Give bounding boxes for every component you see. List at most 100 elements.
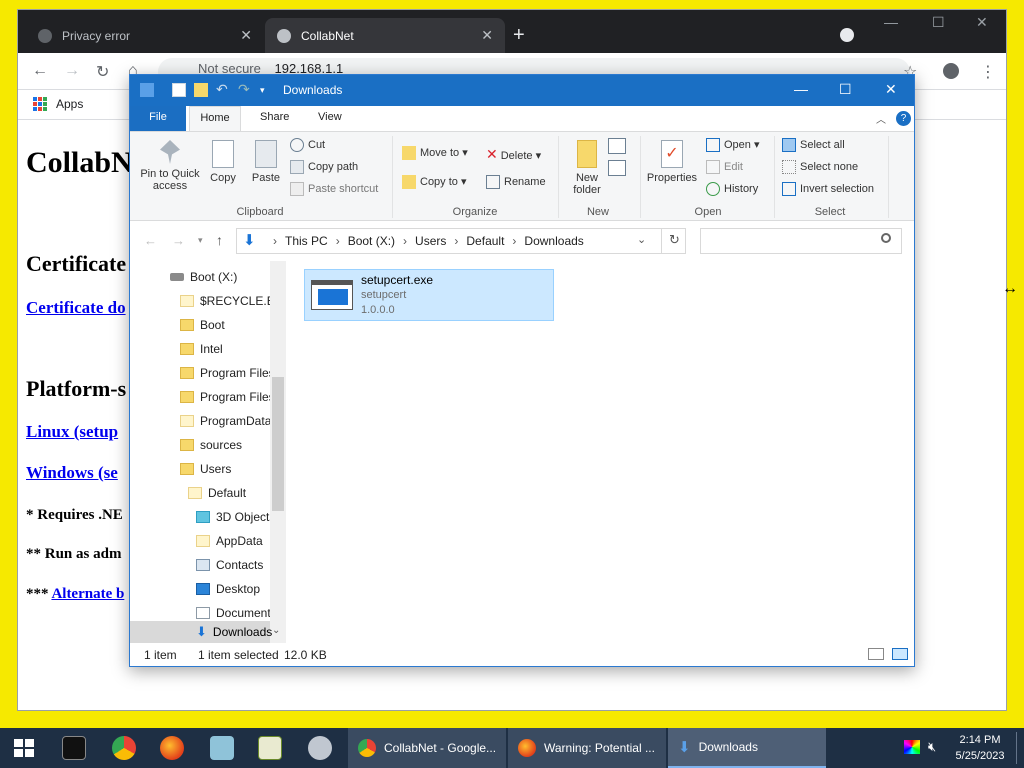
open-button[interactable]: Open ▾ xyxy=(706,138,760,153)
tab-view[interactable]: View xyxy=(306,106,354,131)
volume-muted-icon[interactable]: 🔇︎ xyxy=(928,739,936,755)
copy-path-button[interactable]: Copy path xyxy=(290,160,358,174)
tiles-view-icon[interactable] xyxy=(892,648,908,660)
edit-button[interactable]: Edit xyxy=(706,160,743,174)
new-tab-icon[interactable]: + xyxy=(513,24,525,47)
copy-button[interactable]: Copy xyxy=(206,140,240,184)
tree-item-program-files-x86[interactable]: Program Files xyxy=(180,385,275,409)
select-none-button[interactable]: Select none xyxy=(782,160,858,174)
tree-item-downloads[interactable]: ⬇ Downloads xyxy=(130,621,272,643)
taskbar-chrome-window[interactable]: CollabNet - Google... xyxy=(348,728,506,768)
easy-access-icon[interactable] xyxy=(608,160,626,176)
close-tab-icon[interactable]: ✕ xyxy=(240,27,252,44)
tree-item-program-files[interactable]: Program Files xyxy=(180,361,275,385)
details-view-icon[interactable] xyxy=(868,648,884,660)
certificate-download-link[interactable]: Certificate do xyxy=(26,298,126,318)
tab-privacy-error[interactable]: Privacy error ✕ xyxy=(26,18,264,53)
tab-file[interactable]: File xyxy=(130,106,186,131)
undo-icon[interactable]: ↶ xyxy=(216,81,230,97)
linux-link[interactable]: Linux (setup xyxy=(26,422,118,442)
tab-home[interactable]: Home xyxy=(189,106,241,131)
recent-locations-icon[interactable]: ▾ xyxy=(198,235,203,246)
help-icon[interactable]: ? xyxy=(896,111,911,126)
paste-shortcut-button[interactable]: Paste shortcut xyxy=(290,182,378,196)
tree-item-users[interactable]: Users xyxy=(180,457,270,481)
tree-item-sources[interactable]: sources xyxy=(180,433,270,457)
close-window-icon[interactable]: ✕ xyxy=(885,81,897,98)
minimize-icon[interactable]: — xyxy=(884,14,898,30)
forward-icon[interactable]: → xyxy=(172,233,185,248)
scroll-down-icon[interactable]: ⌄ xyxy=(272,625,280,636)
tab-search-icon[interactable] xyxy=(840,28,854,42)
refresh-icon[interactable]: ↻ xyxy=(669,232,680,248)
redo-icon[interactable]: ↷ xyxy=(238,81,252,97)
customize-qat-icon[interactable]: ▾ xyxy=(260,85,274,99)
tree-item-intel[interactable]: Intel xyxy=(180,337,270,361)
maximize-icon[interactable]: ☐ xyxy=(932,14,945,31)
windows-start-icon[interactable] xyxy=(14,739,34,757)
chevron-down-icon[interactable]: ⌄ xyxy=(637,233,646,246)
taskbar-downloads-window[interactable]: ⬇ Downloads xyxy=(668,728,826,768)
breadcrumb-users[interactable]: Users xyxy=(415,234,446,248)
search-input[interactable] xyxy=(700,228,902,254)
paint-icon[interactable] xyxy=(308,736,332,760)
tree-item-boot-drive[interactable]: Boot (X:) xyxy=(170,265,270,289)
breadcrumb-downloads[interactable]: Downloads xyxy=(524,234,583,248)
menu-icon[interactable]: ⋮ xyxy=(980,62,996,82)
delete-button[interactable]: ✕ Delete ▾ xyxy=(486,146,541,163)
move-to-button[interactable]: Move to ▾ xyxy=(402,146,468,161)
tree-item-boot[interactable]: Boot xyxy=(180,313,270,337)
properties-qat-icon[interactable] xyxy=(172,83,186,97)
select-all-button[interactable]: Select all xyxy=(782,138,845,152)
tree-item-contacts[interactable]: Contacts xyxy=(196,553,270,577)
invert-selection-button[interactable]: Invert selection xyxy=(782,182,874,196)
show-desktop-button[interactable] xyxy=(1016,732,1017,764)
history-button[interactable]: History xyxy=(706,182,758,196)
reload-icon[interactable]: ↻ xyxy=(96,62,109,82)
tree-item-appdata[interactable]: AppData xyxy=(196,529,270,553)
new-folder-button[interactable]: New folder xyxy=(564,140,610,196)
tree-item-recycle-bin[interactable]: $RECYCLE.BIN xyxy=(180,289,286,313)
rename-button[interactable]: Rename xyxy=(486,175,546,189)
profile-icon[interactable] xyxy=(943,63,959,79)
alternate-link[interactable]: Alternate b xyxy=(51,586,124,602)
collapse-ribbon-icon[interactable]: ︿ xyxy=(876,111,886,126)
paste-button[interactable]: Paste xyxy=(248,140,284,184)
close-window-icon[interactable]: ✕ xyxy=(976,14,988,31)
cut-button[interactable]: Cut xyxy=(290,138,325,152)
apps-icon[interactable] xyxy=(33,97,47,111)
back-icon[interactable]: ← xyxy=(32,62,48,80)
breadcrumb-boot[interactable]: Boot (X:) xyxy=(348,234,395,248)
windows-link[interactable]: Windows (se xyxy=(26,463,118,483)
close-tab-icon[interactable]: ✕ xyxy=(481,27,493,44)
tree-item-programdata[interactable]: ProgramData xyxy=(180,409,271,433)
chrome-icon[interactable] xyxy=(112,736,136,760)
minimize-icon[interactable]: — xyxy=(794,81,808,97)
app-icon[interactable] xyxy=(210,736,234,760)
taskbar-firefox-window[interactable]: Warning: Potential ... xyxy=(508,728,666,768)
clock[interactable]: 2:14 PM 5/25/2023 xyxy=(950,732,1010,764)
tab-share[interactable]: Share xyxy=(248,106,301,131)
color-tray-icon[interactable] xyxy=(904,740,920,754)
new-item-icon[interactable] xyxy=(608,138,626,154)
address-box[interactable]: ⬇ › This PC › Boot (X:) › Users › Defaul… xyxy=(236,228,686,254)
firefox-icon[interactable] xyxy=(160,736,184,760)
nav-scrollbar[interactable] xyxy=(270,261,286,643)
properties-button[interactable]: ✓ Properties xyxy=(644,140,700,184)
tree-item-desktop[interactable]: Desktop xyxy=(196,577,270,601)
pin-quick-access-button[interactable]: Pin to Quick access xyxy=(136,140,204,192)
copy-to-button[interactable]: Copy to ▾ xyxy=(402,175,467,190)
notepad-icon[interactable] xyxy=(258,736,282,760)
scrollbar-thumb[interactable] xyxy=(272,377,284,511)
file-item-setupcert[interactable]: setupcert.exe setupcert 1.0.0.0 xyxy=(304,269,554,321)
tab-collabnet[interactable]: CollabNet ✕ xyxy=(265,18,505,53)
terminal-icon[interactable] xyxy=(62,736,86,760)
maximize-icon[interactable]: ☐ xyxy=(839,81,852,98)
apps-link[interactable]: Apps xyxy=(56,97,83,111)
breadcrumb-default[interactable]: Default xyxy=(466,234,504,248)
breadcrumb-this-pc[interactable]: This PC xyxy=(285,234,328,248)
tree-item-default[interactable]: Default xyxy=(188,481,270,505)
up-icon[interactable]: ↑ xyxy=(216,232,223,248)
new-folder-qat-icon[interactable] xyxy=(194,83,208,97)
forward-icon[interactable]: → xyxy=(64,62,80,80)
